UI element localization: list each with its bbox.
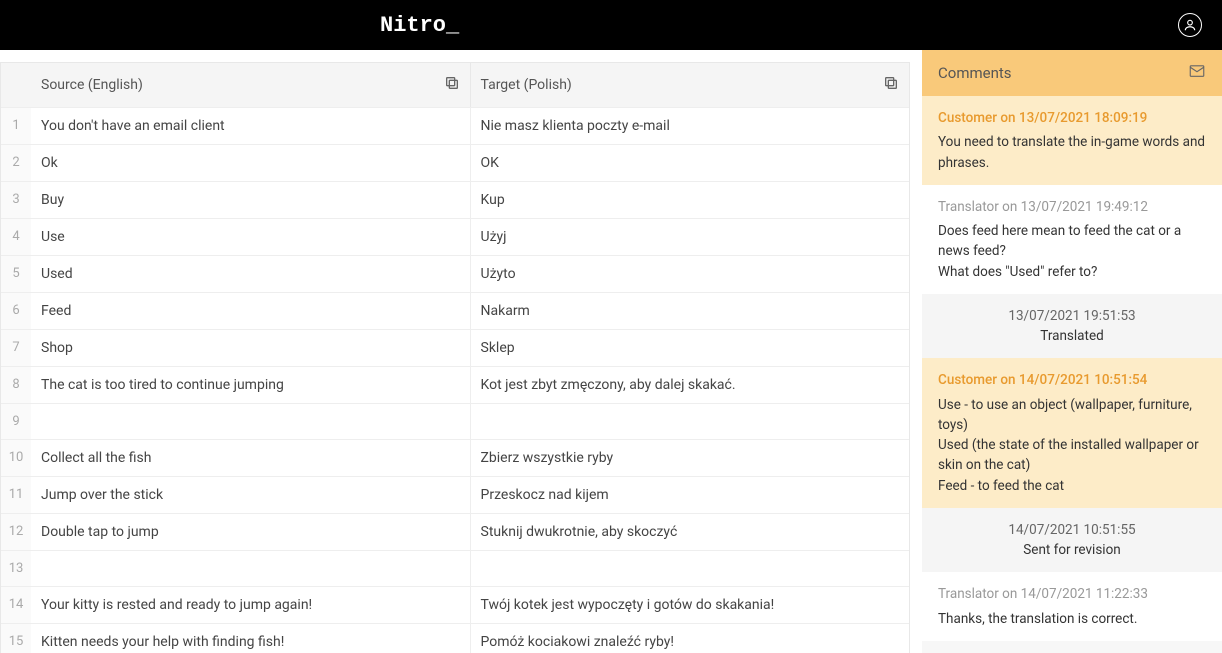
source-cell[interactable]: Used <box>31 256 471 292</box>
target-cell[interactable]: Sklep <box>471 330 910 366</box>
source-header-label: Source (English) <box>41 77 143 93</box>
table-row[interactable]: 3BuyKup <box>1 181 909 218</box>
target-cell[interactable]: Nie masz klienta poczty e-mail <box>471 108 910 144</box>
table-row[interactable]: 5UsedUżyto <box>1 255 909 292</box>
comment-customer: Customer on 13/07/2021 18:09:19 You need … <box>922 96 1222 185</box>
source-cell[interactable]: The cat is too tired to continue jumping <box>31 367 471 403</box>
main-content: Source (English) Target (Polish) 1You do… <box>0 50 1222 653</box>
target-cell[interactable]: Użyj <box>471 219 910 255</box>
row-number: 3 <box>1 182 31 218</box>
comment-meta: Customer on 14/07/2021 10:51:54 <box>938 370 1206 390</box>
target-cell[interactable]: Pomóż kociakowi znaleźć ryby! <box>471 624 910 653</box>
row-number: 14 <box>1 587 31 623</box>
row-number: 15 <box>1 624 31 653</box>
source-cell[interactable]: Use <box>31 219 471 255</box>
source-cell[interactable] <box>31 551 471 586</box>
target-cell[interactable]: Przeskocz nad kijem <box>471 477 910 513</box>
comments-title: Comments <box>938 64 1012 82</box>
table-row[interactable]: 6FeedNakarm <box>1 292 909 329</box>
comment-translator: Translator on 13/07/2021 19:49:12 Does fe… <box>922 185 1222 294</box>
table-row[interactable]: 2OkOK <box>1 144 909 181</box>
target-cell[interactable]: Twój kotek jest wypoczęty i gotów do ska… <box>471 587 910 623</box>
table-row[interactable]: 12Double tap to jumpStuknij dwukrotnie, … <box>1 513 909 550</box>
target-cell[interactable]: Zbierz wszystkie ryby <box>471 440 910 476</box>
source-cell[interactable]: Collect all the fish <box>31 440 471 476</box>
source-cell[interactable]: Feed <box>31 293 471 329</box>
comment-meta: Translator on 14/07/2021 11:22:33 <box>938 584 1206 604</box>
mail-icon[interactable] <box>1188 62 1206 84</box>
row-number: 4 <box>1 219 31 255</box>
table-row[interactable]: 4UseUżyj <box>1 218 909 255</box>
row-number: 2 <box>1 145 31 181</box>
table-row[interactable]: 15Kitten needs your help with finding fi… <box>1 623 909 653</box>
user-avatar-icon[interactable] <box>1178 13 1202 37</box>
comment-meta: Customer on 13/07/2021 18:09:19 <box>938 108 1206 128</box>
comment-customer: Customer on 14/07/2021 10:51:54 Use - to … <box>922 358 1222 508</box>
table-header-row: Source (English) Target (Polish) <box>1 63 909 107</box>
row-number: 13 <box>1 551 31 586</box>
source-cell[interactable]: Shop <box>31 330 471 366</box>
row-number: 9 <box>1 404 31 439</box>
comment-text: Thanks, the translation is correct. <box>938 609 1206 629</box>
comment-system: 14/07/2021 10:51:55Sent for revision <box>922 508 1222 573</box>
source-cell[interactable]: Ok <box>31 145 471 181</box>
system-message: Sent for revision <box>938 540 1206 560</box>
target-cell[interactable] <box>471 404 910 439</box>
comment-text: You need to translate the in-game words … <box>938 132 1206 173</box>
comments-list: Customer on 13/07/2021 18:09:19 You need … <box>922 96 1222 641</box>
comment-system: 13/07/2021 19:51:53Translated <box>922 294 1222 359</box>
copy-target-icon[interactable] <box>883 75 899 95</box>
target-header-label: Target (Polish) <box>481 77 572 93</box>
source-cell[interactable]: You don't have an email client <box>31 108 471 144</box>
row-number: 8 <box>1 367 31 403</box>
system-message: Translated <box>938 326 1206 346</box>
row-number: 10 <box>1 440 31 476</box>
top-header: Nitro_ <box>0 0 1222 50</box>
row-number: 1 <box>1 108 31 144</box>
table-row[interactable]: 1You don't have an email clientNie masz … <box>1 107 909 144</box>
comments-panel: Comments Customer on 13/07/2021 18:09:19… <box>922 50 1222 653</box>
row-number: 6 <box>1 293 31 329</box>
target-header: Target (Polish) <box>471 63 910 107</box>
source-header: Source (English) <box>31 63 471 107</box>
row-number: 5 <box>1 256 31 292</box>
comment-text: Use - to use an object (wallpaper, furni… <box>938 395 1206 496</box>
table-row[interactable]: 7ShopSklep <box>1 329 909 366</box>
target-cell[interactable]: Nakarm <box>471 293 910 329</box>
translation-table: Source (English) Target (Polish) 1You do… <box>0 62 910 653</box>
table-body: 1You don't have an email clientNie masz … <box>1 107 909 653</box>
table-row[interactable]: 11Jump over the stickPrzeskocz nad kijem <box>1 476 909 513</box>
translation-panel: Source (English) Target (Polish) 1You do… <box>0 50 922 653</box>
target-cell[interactable]: Kot jest zbyt zmęczony, aby dalej skakać… <box>471 367 910 403</box>
comments-header: Comments <box>922 50 1222 96</box>
source-cell[interactable]: Buy <box>31 182 471 218</box>
logo: Nitro_ <box>380 13 459 38</box>
table-row[interactable]: 10Collect all the fishZbierz wszystkie r… <box>1 439 909 476</box>
target-cell[interactable]: Kup <box>471 182 910 218</box>
source-cell[interactable]: Kitten needs your help with finding fish… <box>31 624 471 653</box>
comment-meta: Translator on 13/07/2021 19:49:12 <box>938 197 1206 217</box>
table-row[interactable]: 13 <box>1 550 909 586</box>
comment-translator: Translator on 14/07/2021 11:22:33 Thanks,… <box>922 572 1222 641</box>
source-cell[interactable]: Your kitty is rested and ready to jump a… <box>31 587 471 623</box>
row-number: 12 <box>1 514 31 550</box>
system-timestamp: 14/07/2021 10:51:55 <box>938 520 1206 540</box>
source-cell[interactable]: Double tap to jump <box>31 514 471 550</box>
target-cell[interactable]: Użyto <box>471 256 910 292</box>
table-row[interactable]: 8The cat is too tired to continue jumpin… <box>1 366 909 403</box>
target-cell[interactable]: Stuknij dwukrotnie, aby skoczyć <box>471 514 910 550</box>
table-row[interactable]: 9 <box>1 403 909 439</box>
system-timestamp: 13/07/2021 19:51:53 <box>938 306 1206 326</box>
table-row[interactable]: 14Your kitty is rested and ready to jump… <box>1 586 909 623</box>
target-cell[interactable] <box>471 551 910 586</box>
row-number: 7 <box>1 330 31 366</box>
target-cell[interactable]: OK <box>471 145 910 181</box>
row-number: 11 <box>1 477 31 513</box>
source-cell[interactable] <box>31 404 471 439</box>
copy-source-icon[interactable] <box>444 75 460 95</box>
source-cell[interactable]: Jump over the stick <box>31 477 471 513</box>
comment-text: Does feed here mean to feed the cat or a… <box>938 221 1206 282</box>
row-number-header <box>1 63 31 107</box>
